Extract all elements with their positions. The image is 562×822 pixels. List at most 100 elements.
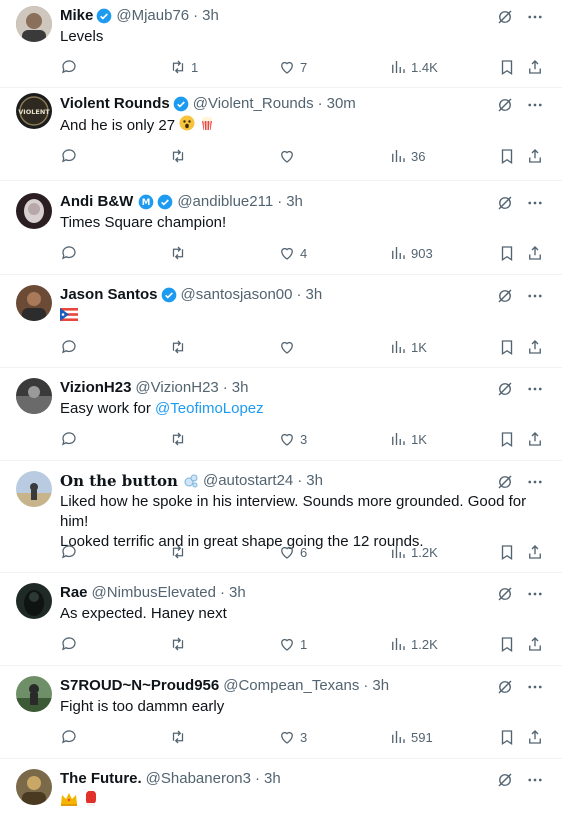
share-button[interactable] [526, 243, 544, 263]
timestamp[interactable]: 3h [306, 471, 323, 491]
share-button[interactable] [526, 727, 544, 747]
share-button[interactable] [526, 542, 544, 562]
views-button[interactable]: 591 [389, 727, 433, 747]
avatar[interactable] [16, 583, 52, 619]
more-options-icon[interactable] [526, 585, 544, 603]
avatar[interactable] [16, 285, 52, 321]
more-options-icon[interactable] [526, 771, 544, 789]
tweet[interactable]: Rae @NimbusElevated · 3h As expected. Ha… [0, 573, 562, 666]
like-button[interactable] [278, 146, 300, 166]
views-button[interactable]: 36 [389, 146, 425, 166]
share-button[interactable] [526, 634, 544, 654]
bookmark-button[interactable] [498, 727, 516, 747]
display-name[interactable]: Rae [60, 583, 88, 603]
more-options-icon[interactable] [526, 194, 544, 212]
user-handle[interactable]: @autostart24 [203, 471, 293, 491]
display-name[interactable]: The Future. [60, 769, 142, 789]
reply-button[interactable] [60, 429, 82, 449]
bookmark-button[interactable] [498, 57, 516, 77]
user-handle[interactable]: @Violent_Rounds [193, 94, 314, 114]
retweet-button[interactable] [169, 146, 191, 166]
share-button[interactable] [526, 337, 544, 357]
retweet-button[interactable] [169, 634, 191, 654]
timestamp[interactable]: 3h [306, 285, 323, 305]
tweet[interactable]: Jason Santos @santosjason00 · 3h 1K [0, 275, 562, 368]
views-button[interactable]: 1.4K [389, 57, 438, 77]
timestamp[interactable]: 30m [327, 94, 356, 114]
reply-button[interactable] [60, 542, 82, 562]
share-button[interactable] [526, 146, 544, 166]
like-button[interactable]: 3 [278, 727, 307, 747]
user-handle[interactable]: @Shabaneron3 [146, 769, 251, 789]
grok-icon[interactable] [496, 287, 514, 305]
more-options-icon[interactable] [526, 96, 544, 114]
grok-icon[interactable] [496, 194, 514, 212]
grok-icon[interactable] [496, 585, 514, 603]
tweet[interactable]: On the button @autostart24 · 3h Liked ho… [0, 461, 562, 573]
mention-link[interactable]: @TeofimoLopez [155, 400, 264, 417]
grok-icon[interactable] [496, 380, 514, 398]
user-handle[interactable]: @NimbusElevated [92, 583, 216, 603]
timestamp[interactable]: 3h [264, 769, 281, 789]
avatar[interactable] [16, 676, 52, 712]
retweet-button[interactable] [169, 727, 191, 747]
tweet[interactable]: Andi B&W M @andiblue211 · 3h Times Squar… [0, 181, 562, 275]
like-button[interactable]: 6 [278, 542, 307, 562]
retweet-button[interactable]: 1 [169, 57, 198, 77]
grok-icon[interactable] [496, 96, 514, 114]
avatar[interactable] [16, 6, 52, 42]
tweet[interactable]: S7ROUD~N~Proud956 @Compean_Texans · 3h F… [0, 666, 562, 759]
like-button[interactable]: 3 [278, 429, 307, 449]
avatar[interactable] [16, 378, 52, 414]
display-name[interactable]: Jason Santos [60, 285, 158, 305]
bookmark-button[interactable] [498, 146, 516, 166]
user-handle[interactable]: @Compean_Texans [223, 676, 359, 696]
views-button[interactable]: 1K [389, 429, 427, 449]
more-options-icon[interactable] [526, 678, 544, 696]
bookmark-button[interactable] [498, 634, 516, 654]
display-name[interactable]: Andi B&W [60, 192, 133, 212]
display-name[interactable]: VizionH23 [60, 378, 131, 398]
tweet[interactable]: VIOLENT Violent Rounds @Violent_Rounds ·… [0, 88, 562, 181]
avatar[interactable] [16, 193, 52, 229]
views-button[interactable]: 1K [389, 337, 427, 357]
bookmark-button[interactable] [498, 337, 516, 357]
reply-button[interactable] [60, 57, 82, 77]
display-name[interactable]: S7ROUD~N~Proud956 [60, 676, 219, 696]
avatar[interactable] [16, 769, 52, 805]
bookmark-button[interactable] [498, 243, 516, 263]
display-name[interactable]: On the button [60, 471, 178, 491]
timestamp[interactable]: 3h [372, 676, 389, 696]
bookmark-button[interactable] [498, 542, 516, 562]
reply-button[interactable] [60, 243, 82, 263]
reply-button[interactable] [60, 727, 82, 747]
views-button[interactable]: 903 [389, 243, 433, 263]
grok-icon[interactable] [496, 771, 514, 789]
reply-button[interactable] [60, 146, 82, 166]
like-button[interactable]: 1 [278, 634, 307, 654]
tweet[interactable]: The Future. @Shabaneron3 · 3h [0, 759, 562, 822]
timestamp[interactable]: 3h [286, 192, 303, 212]
grok-icon[interactable] [496, 8, 514, 26]
retweet-button[interactable] [169, 337, 191, 357]
avatar[interactable]: VIOLENT [16, 93, 52, 129]
user-handle[interactable]: @andiblue211 [177, 192, 273, 212]
user-handle[interactable]: @santosjason00 [181, 285, 293, 305]
display-name[interactable]: Violent Rounds [60, 94, 170, 114]
grok-icon[interactable] [496, 473, 514, 491]
tweet[interactable]: Mike @Mjaub76 · 3h Levels 1 7 1.4K [0, 0, 562, 88]
timestamp[interactable]: 3h [202, 6, 219, 26]
reply-button[interactable] [60, 634, 82, 654]
like-button[interactable]: 4 [278, 243, 307, 263]
retweet-button[interactable] [169, 542, 191, 562]
timestamp[interactable]: 3h [229, 583, 246, 603]
like-button[interactable] [278, 337, 300, 357]
share-button[interactable] [526, 429, 544, 449]
more-options-icon[interactable] [526, 473, 544, 491]
more-options-icon[interactable] [526, 380, 544, 398]
display-name[interactable]: Mike [60, 6, 93, 26]
user-handle[interactable]: @Mjaub76 [116, 6, 189, 26]
tweet[interactable]: VizionH23 @VizionH23 · 3h Easy work for … [0, 368, 562, 461]
avatar[interactable] [16, 471, 52, 507]
share-button[interactable] [526, 57, 544, 77]
